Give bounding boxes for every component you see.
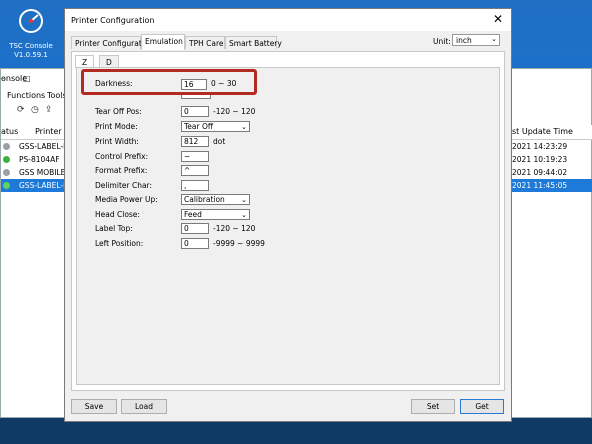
close-icon[interactable]: ✕ xyxy=(493,12,503,26)
dialog-titlebar: Printer Configuration ✕ xyxy=(65,9,511,31)
media-power-up-value: Calibration xyxy=(184,195,225,204)
label-top-input[interactable]: 0 xyxy=(181,223,209,234)
print-mode-value: Tear Off xyxy=(184,122,214,131)
unit-value: inch xyxy=(456,36,472,45)
darkness-highlight-box xyxy=(81,69,257,95)
col-status[interactable]: atus xyxy=(1,127,18,136)
print-width-unit: dot xyxy=(213,137,226,146)
delimiter-input[interactable]: , xyxy=(181,180,209,191)
head-close-select[interactable]: Feed ⌄ xyxy=(181,209,250,220)
tear-off-range: -120 ~ 120 xyxy=(213,107,256,116)
refresh-icon[interactable]: ⟳ xyxy=(17,105,25,115)
update-time: 2021 09:44:02 xyxy=(512,168,568,177)
tear-off-input[interactable]: 0 xyxy=(181,106,209,117)
save-button[interactable]: Save xyxy=(71,399,117,414)
head-close-label: Head Close: xyxy=(95,210,140,219)
update-time: 2021 11:45:05 xyxy=(512,181,568,190)
update-time: 2021 14:23:29 xyxy=(512,142,568,151)
format-prefix-label: Format Prefix: xyxy=(95,166,148,175)
desktop-icon-label: TSC Console V1.0.59.1 xyxy=(9,42,53,59)
left-position-input[interactable]: 0 xyxy=(181,238,209,249)
control-prefix-label: Control Prefix: xyxy=(95,152,149,161)
upload-icon[interactable]: ⇪ xyxy=(45,105,53,115)
tab-smart-battery[interactable]: Smart Battery xyxy=(225,36,282,49)
label-top-range: -120 ~ 120 xyxy=(213,224,256,233)
status-icon xyxy=(3,182,10,189)
label-top-label: Label Top: xyxy=(95,224,133,233)
left-position-label: Left Position: xyxy=(95,239,144,248)
dialog-title: Printer Configuration xyxy=(71,16,155,25)
format-prefix-input[interactable]: ^ xyxy=(181,165,209,176)
update-time: 2021 10:19:23 xyxy=(512,155,568,164)
control-prefix-input[interactable]: ~ xyxy=(181,151,209,162)
media-power-up-select[interactable]: Calibration ⌄ xyxy=(181,194,250,205)
menu-functions[interactable]: Functions xyxy=(7,91,45,100)
get-button[interactable]: Get xyxy=(460,399,504,414)
left-position-range: -9999 ~ 9999 xyxy=(213,239,265,248)
chevron-down-icon: ⌄ xyxy=(241,211,247,219)
print-mode-label: Print Mode: xyxy=(95,122,138,131)
tab-emulation[interactable]: Emulation xyxy=(141,34,185,50)
print-width-input[interactable]: 812 xyxy=(181,136,209,147)
status-icon xyxy=(3,169,10,176)
tsc-console-desktop-shortcut[interactable]: TSC Console V1.0.59.1 xyxy=(6,6,56,60)
load-button[interactable]: Load xyxy=(121,399,167,414)
delimiter-label: Delimiter Char: xyxy=(95,181,153,190)
print-mode-select[interactable]: Tear Off ⌄ xyxy=(181,121,250,132)
unit-label: Unit: xyxy=(433,37,451,46)
head-close-value: Feed xyxy=(184,210,202,219)
chevron-down-icon: ⌄ xyxy=(241,123,247,131)
printer-name: PS-8104AF xyxy=(19,155,60,164)
chevron-down-icon: ⌄ xyxy=(241,196,247,204)
print-width-label: Print Width: xyxy=(95,137,139,146)
console-toolbar: ⟳ ◷ ⇪ xyxy=(1,103,71,119)
col-last-update[interactable]: st Update Time xyxy=(512,127,573,136)
printer-configuration-dialog: Printer Configuration ✕ Printer Configur… xyxy=(64,8,512,422)
tab-printer-configuration[interactable]: Printer Configuration xyxy=(71,36,153,49)
tear-off-label: Tear Off Pos: xyxy=(95,107,142,116)
media-power-up-label: Media Power Up: xyxy=(95,195,158,204)
tab-tph-care[interactable]: TPH Care xyxy=(185,36,225,49)
clock-icon[interactable]: ◷ xyxy=(31,105,39,115)
set-button[interactable]: Set xyxy=(411,399,455,414)
chevron-down-icon: ⌄ xyxy=(491,35,497,43)
status-icon xyxy=(3,143,10,150)
status-icon xyxy=(3,156,10,163)
col-printer[interactable]: Printer xyxy=(35,127,62,136)
unit-select[interactable]: inch ⌄ xyxy=(452,34,500,46)
tsc-console-icon xyxy=(19,9,43,33)
